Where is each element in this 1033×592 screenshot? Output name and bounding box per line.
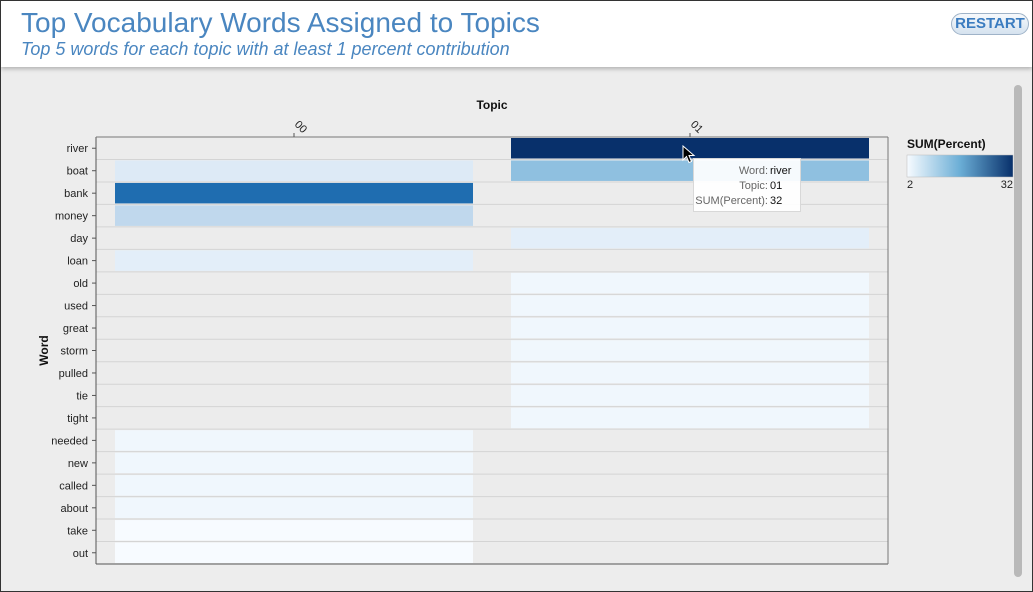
- topic-word-heatmap: river boat bank money day loan old used great sto…: [37, 98, 1014, 565]
- y-tick-label: loan: [67, 256, 88, 268]
- y-tick-label: tie: [76, 390, 88, 402]
- y-tick-label: tight: [67, 413, 88, 425]
- heatmap-cell: [511, 407, 869, 429]
- page-title: Top Vocabulary Words Assigned to Topics: [21, 7, 540, 38]
- y-tick-label: new: [68, 458, 88, 470]
- y-tick-label: out: [73, 548, 88, 560]
- hover-tooltip: Word: river Topic: 01 SUM(Percent): 32: [693, 158, 801, 212]
- tooltip-key: Topic:: [739, 180, 768, 192]
- y-tick-label: river: [67, 143, 89, 155]
- vertical-scrollbar[interactable]: [1014, 85, 1022, 577]
- heatmap-cell: [115, 430, 473, 451]
- tooltip-key: SUM(Percent):: [695, 195, 768, 207]
- heatmap-cell: [115, 250, 473, 271]
- tooltip-value: 32: [770, 195, 783, 207]
- mouse-pointer-icon: [682, 145, 696, 164]
- y-tick-label: great: [63, 323, 88, 335]
- heatmap-cell: [115, 497, 473, 519]
- restart-button[interactable]: RESTART: [951, 13, 1029, 35]
- heatmap-cell: [511, 362, 869, 384]
- tooltip-key: Word:: [738, 165, 768, 177]
- tooltip-value: 01: [770, 180, 783, 192]
- heatmap-cell: [511, 340, 869, 361]
- heatmap-cell: [511, 272, 869, 294]
- legend-min-label: 2: [907, 179, 913, 191]
- y-tick-label: pulled: [59, 368, 88, 380]
- tooltip-value: river: [770, 165, 792, 177]
- header-bar: Top Vocabulary Words Assigned to Topics …: [1, 1, 1032, 67]
- y-tick-label: bank: [64, 188, 88, 200]
- tooltip-row-topic: Topic: 01: [694, 180, 800, 194]
- heatmap-cell: [115, 182, 473, 204]
- legend-max-label: 32: [1001, 179, 1013, 191]
- y-tick-label: old: [73, 278, 88, 290]
- y-tick-label: about: [60, 503, 88, 515]
- heatmap-cell: [115, 520, 473, 541]
- y-tick-label: take: [67, 525, 88, 537]
- y-tick-label: boat: [67, 166, 88, 178]
- y-tick-label: needed: [51, 435, 88, 447]
- heatmap-cell: [511, 295, 869, 316]
- x-axis-title: Topic: [476, 98, 507, 112]
- heatmap-cell: [115, 205, 473, 226]
- page-subtitle: Top 5 words for each topic with at least…: [21, 39, 510, 59]
- y-axis-title: Word: [37, 335, 51, 365]
- legend-title: SUM(Percent): [907, 137, 986, 151]
- heatmap-cell: [115, 160, 473, 181]
- y-tick-label: money: [55, 211, 89, 223]
- heatmap-cell: [115, 475, 473, 496]
- tooltip-row-word: Word: river: [694, 165, 800, 179]
- heatmap-cell: [511, 227, 869, 249]
- heatmap-cell: [115, 452, 473, 474]
- legend-gradient: [906, 154, 1014, 178]
- y-tick-label: used: [64, 301, 88, 313]
- y-tick-label: day: [70, 233, 88, 245]
- heatmap-cell: [115, 542, 473, 563]
- heatmap-cell: [511, 385, 869, 406]
- heatmap-cell: [511, 317, 869, 339]
- tooltip-row-sum: SUM(Percent): 32: [694, 195, 800, 209]
- y-tick-label: storm: [61, 346, 89, 358]
- y-tick-label: called: [59, 480, 88, 492]
- app-frame: river boat bank money day loan old used great sto…: [0, 0, 1033, 592]
